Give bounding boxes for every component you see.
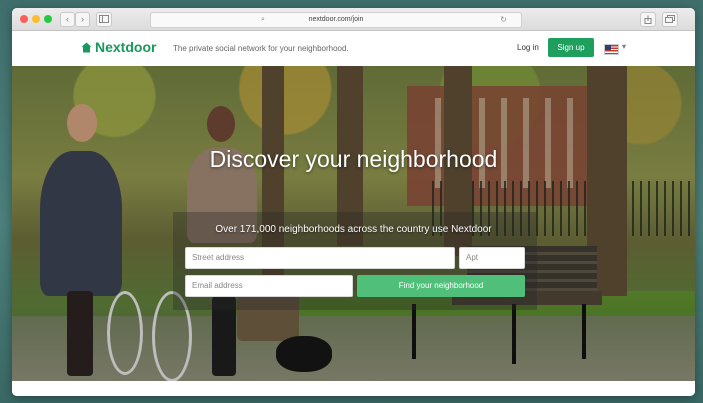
signup-button[interactable]: Sign up: [548, 38, 594, 57]
reload-icon[interactable]: ↻: [500, 13, 507, 27]
site-header: Nextdoor The private social network for …: [12, 31, 695, 66]
close-window-button[interactable]: [20, 15, 28, 23]
brand-logo[interactable]: Nextdoor: [95, 39, 156, 55]
login-link[interactable]: Log in: [517, 43, 539, 52]
browser-window: ‹ › ⌕ nextdoor.com/join ↻ Nextdoor The p…: [12, 8, 695, 396]
house-logo-icon[interactable]: [81, 42, 92, 53]
tabs-icon[interactable]: [662, 12, 678, 27]
zoom-window-button[interactable]: [44, 15, 52, 23]
page-below-fold: [12, 381, 695, 396]
street-address-input[interactable]: Street address: [185, 247, 455, 269]
email-input[interactable]: Email address: [185, 275, 353, 297]
back-icon[interactable]: ‹: [60, 12, 75, 27]
sidebar-icon[interactable]: [96, 12, 112, 27]
browser-toolbar: ‹ › ⌕ nextdoor.com/join ↻: [12, 8, 695, 31]
minimize-window-button[interactable]: [32, 15, 40, 23]
hero-subtitle: Over 171,000 neighborhoods across the co…: [215, 224, 492, 235]
us-flag-icon[interactable]: [604, 44, 619, 55]
hero-section: Discover your neighborhood Over 171,000 …: [12, 66, 695, 381]
forward-icon[interactable]: ›: [75, 12, 90, 27]
share-icon[interactable]: [640, 12, 656, 27]
url-text: nextdoor.com/join: [308, 16, 364, 23]
tagline: The private social network for your neig…: [173, 44, 349, 53]
address-bar[interactable]: ⌕ nextdoor.com/join ↻: [150, 12, 522, 28]
apt-input[interactable]: Apt: [459, 247, 525, 269]
hero-title: Discover your neighborhood: [209, 146, 498, 172]
find-neighborhood-button[interactable]: Find your neighborhood: [357, 275, 525, 297]
search-icon: ⌕: [261, 16, 265, 23]
chevron-down-icon[interactable]: ▾: [622, 42, 626, 51]
